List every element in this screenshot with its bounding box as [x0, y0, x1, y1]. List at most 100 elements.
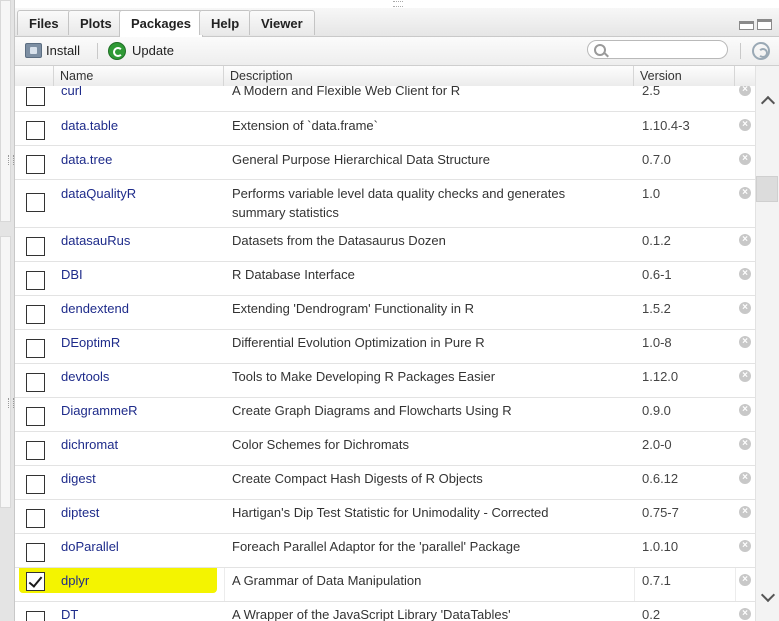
package-checkbox[interactable] — [26, 441, 45, 460]
remove-package-icon[interactable]: × — [739, 438, 751, 450]
package-description: General Purpose Hierarchical Data Struct… — [232, 152, 490, 167]
description-column-header[interactable]: Description — [224, 66, 634, 86]
package-name-link[interactable]: DBI — [61, 267, 83, 282]
remove-package-icon[interactable]: × — [739, 404, 751, 416]
update-icon — [108, 42, 126, 60]
packages-pane: Files Plots Packages Help Viewer Install… — [14, 0, 779, 621]
package-name-link[interactable]: diptest — [61, 505, 99, 520]
package-version: 1.0-8 — [642, 335, 672, 350]
search-input[interactable] — [608, 42, 724, 59]
package-checkbox[interactable] — [26, 543, 45, 562]
window-controls — [736, 18, 772, 33]
package-description: Datasets from the Datasaurus Dozen — [232, 233, 446, 248]
package-name-link[interactable]: dplyr — [61, 573, 89, 588]
package-description: Extending 'Dendrogram' Functionality in … — [232, 301, 474, 316]
remove-package-icon[interactable]: × — [739, 472, 751, 484]
remove-package-icon[interactable]: × — [739, 540, 751, 552]
table-row: dplyr A Grammar of Data Manipulation 0.7… — [15, 568, 755, 602]
table-header: Name Description Version — [15, 66, 755, 87]
remove-package-icon[interactable]: × — [739, 268, 751, 280]
update-label: Update — [132, 43, 174, 58]
package-checkbox[interactable] — [26, 572, 45, 591]
remove-package-icon[interactable]: × — [739, 302, 751, 314]
package-checkbox[interactable] — [26, 373, 45, 392]
package-name-link[interactable]: digest — [61, 471, 96, 486]
table-row: datasauRus Datasets from the Datasaurus … — [15, 228, 755, 262]
remove-package-icon[interactable]: × — [739, 506, 751, 518]
package-name-link[interactable]: data.table — [61, 118, 118, 133]
remove-package-icon[interactable]: × — [739, 574, 751, 586]
name-column-header[interactable]: Name — [54, 66, 224, 86]
scroll-up-icon[interactable] — [760, 95, 776, 111]
tab-viewer[interactable]: Viewer — [249, 10, 315, 35]
table-row: dendextend Extending 'Dendrogram' Functi… — [15, 296, 755, 330]
tab-packages[interactable]: Packages — [119, 10, 203, 37]
package-name-link[interactable]: dataQualityR — [61, 186, 136, 201]
package-name-link[interactable]: dichromat — [61, 437, 118, 452]
tab-help[interactable]: Help — [199, 10, 252, 35]
package-name-link[interactable]: data.tree — [61, 152, 112, 167]
package-version: 0.2 — [642, 607, 661, 621]
package-checkbox[interactable] — [26, 271, 45, 290]
remove-package-icon[interactable]: × — [739, 86, 751, 96]
package-checkbox[interactable] — [26, 193, 45, 212]
package-version: 0.7.1 — [642, 573, 671, 588]
package-checkbox[interactable] — [26, 611, 45, 621]
left-gutter — [0, 0, 15, 621]
package-name-link[interactable]: doParallel — [61, 539, 119, 554]
search-box[interactable] — [587, 40, 728, 59]
package-checkbox[interactable] — [26, 305, 45, 324]
refresh-icon[interactable] — [752, 42, 770, 60]
pane-resize-grip[interactable] — [393, 1, 403, 7]
table-row: data.tree General Purpose Hierarchical D… — [15, 146, 755, 180]
table-row: dichromat Color Schemes for Dichromats 2… — [15, 432, 755, 466]
package-name-link[interactable]: DiagrammeR — [61, 403, 138, 418]
remove-package-icon[interactable]: × — [739, 187, 751, 199]
tab-plots[interactable]: Plots — [68, 10, 124, 35]
minimize-pane-button[interactable] — [739, 21, 754, 30]
package-version: 0.9.0 — [642, 403, 671, 418]
remove-package-icon[interactable]: × — [739, 119, 751, 131]
tab-files[interactable]: Files — [17, 10, 71, 35]
remove-column-header — [735, 66, 755, 86]
package-checkbox[interactable] — [26, 87, 45, 106]
adjacent-pane-segment — [0, 236, 11, 508]
remove-package-icon[interactable]: × — [739, 153, 751, 165]
remove-package-icon[interactable]: × — [739, 608, 751, 620]
remove-package-icon[interactable]: × — [739, 234, 751, 246]
package-version: 1.0 — [642, 186, 661, 201]
remove-package-icon[interactable]: × — [739, 336, 751, 348]
package-description: Hartigan's Dip Test Statistic for Unimod… — [232, 505, 549, 520]
package-name-link[interactable]: DT — [61, 607, 78, 621]
package-description: Foreach Parallel Adaptor for the 'parall… — [232, 539, 521, 554]
update-button[interactable]: Update — [108, 41, 174, 61]
vertical-scrollbar[interactable] — [755, 66, 779, 621]
package-name-link[interactable]: datasauRus — [61, 233, 130, 248]
table-row: dataQualityR Performs variable level dat… — [15, 180, 755, 228]
package-checkbox[interactable] — [26, 237, 45, 256]
package-name-link[interactable]: curl — [61, 86, 82, 98]
package-name-link[interactable]: DEoptimR — [61, 335, 120, 350]
maximize-pane-button[interactable] — [757, 19, 772, 30]
package-checkbox[interactable] — [26, 121, 45, 140]
package-description: A Wrapper of the JavaScript Library 'Dat… — [232, 607, 511, 621]
checkbox-column-header — [15, 66, 54, 86]
package-checkbox[interactable] — [26, 475, 45, 494]
scroll-down-icon[interactable] — [760, 587, 776, 603]
remove-package-icon[interactable]: × — [739, 370, 751, 382]
package-name-link[interactable]: devtools — [61, 369, 109, 384]
package-checkbox[interactable] — [26, 407, 45, 426]
package-version: 0.1.2 — [642, 233, 671, 248]
package-checkbox[interactable] — [26, 509, 45, 528]
toolbar-separator — [97, 43, 98, 59]
scrollbar-thumb[interactable] — [756, 176, 778, 202]
install-button[interactable]: Install — [25, 41, 80, 61]
package-checkbox[interactable] — [26, 339, 45, 358]
version-column-header[interactable]: Version — [634, 66, 735, 86]
package-checkbox[interactable] — [26, 155, 45, 174]
table-row: DiagrammeR Create Graph Diagrams and Flo… — [15, 398, 755, 432]
package-description: Color Schemes for Dichromats — [232, 437, 409, 452]
install-icon — [25, 43, 42, 58]
package-name-link[interactable]: dendextend — [61, 301, 129, 316]
package-version: 0.6-1 — [642, 267, 672, 282]
